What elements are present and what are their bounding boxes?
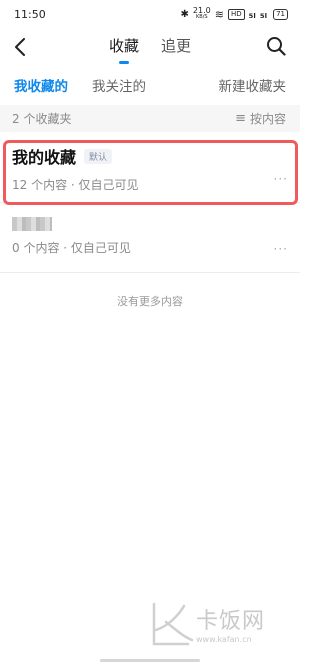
tab-favorites[interactable]: 收藏 (109, 35, 139, 60)
signal-icon-1: ₅ₗ (248, 7, 256, 21)
search-icon (267, 37, 286, 56)
subtab-followed[interactable]: 我关注的 (92, 75, 146, 95)
folder-title-row: 我的收藏 默认 (12, 144, 288, 168)
folder-title-row (12, 215, 288, 231)
sub-tabs: 我收藏的 我关注的 新建收藏夹 (0, 68, 300, 102)
status-bar: 11:50 ✱ 21.0 KB/S ≋ HD ₅ₗ ₅ₗ 71 (0, 0, 300, 28)
folder-meta: 12 个内容 · 仅自己可见 (12, 178, 139, 192)
default-badge: 默认 (84, 148, 113, 164)
back-arrow-icon (15, 38, 25, 56)
top-tabs: 收藏 追更 (109, 35, 191, 60)
more-options-icon[interactable]: ··· (274, 242, 288, 256)
folder-title: 我的收藏 (12, 148, 77, 167)
list-header: 2 个收藏夹 ≡ 按内容 (0, 105, 300, 132)
wifi-icon: ≋ (214, 7, 224, 21)
sort-button[interactable]: ≡ 按内容 (235, 110, 286, 127)
hd-icon: HD (227, 8, 245, 20)
watermark-logo (152, 602, 194, 646)
search-button[interactable] (266, 36, 288, 58)
sort-label: 按内容 (249, 112, 286, 126)
nav-bar: 收藏 追更 (0, 28, 300, 66)
tab-following-updates[interactable]: 追更 (161, 35, 191, 60)
status-time: 11:50 (14, 7, 46, 21)
blurred-folder-title (12, 217, 52, 231)
subtab-my-favorites[interactable]: 我收藏的 (14, 75, 68, 95)
home-indicator[interactable] (100, 659, 200, 662)
sort-icon: ≡ (235, 111, 246, 126)
signal-icon-2: ₅ₗ (259, 7, 268, 21)
back-button[interactable] (14, 36, 34, 58)
folder-item[interactable]: 0 个内容 · 仅自己可见 ··· (0, 202, 300, 272)
status-icons: ✱ 21.0 KB/S ≋ HD ₅ₗ ₅ₗ 71 (181, 7, 288, 21)
new-folder-button[interactable]: 新建收藏夹 (219, 75, 287, 95)
bluetooth-icon: ✱ (180, 8, 189, 20)
no-more-content: 没有更多内容 (117, 295, 183, 308)
watermark-text: 卡饭网 (196, 609, 266, 634)
watermark-url: www.kafan.cn (196, 635, 252, 644)
folder-item[interactable]: 我的收藏 默认 12 个内容 · 仅自己可见 ··· (0, 132, 300, 202)
folder-count: 2 个收藏夹 (12, 112, 72, 126)
divider (0, 272, 300, 273)
battery-icon: 71 (273, 8, 288, 20)
more-options-icon[interactable]: ··· (274, 172, 288, 186)
net-speed: 21.0 KB/S (192, 6, 211, 21)
folder-meta: 0 个内容 · 仅自己可见 (12, 241, 131, 255)
